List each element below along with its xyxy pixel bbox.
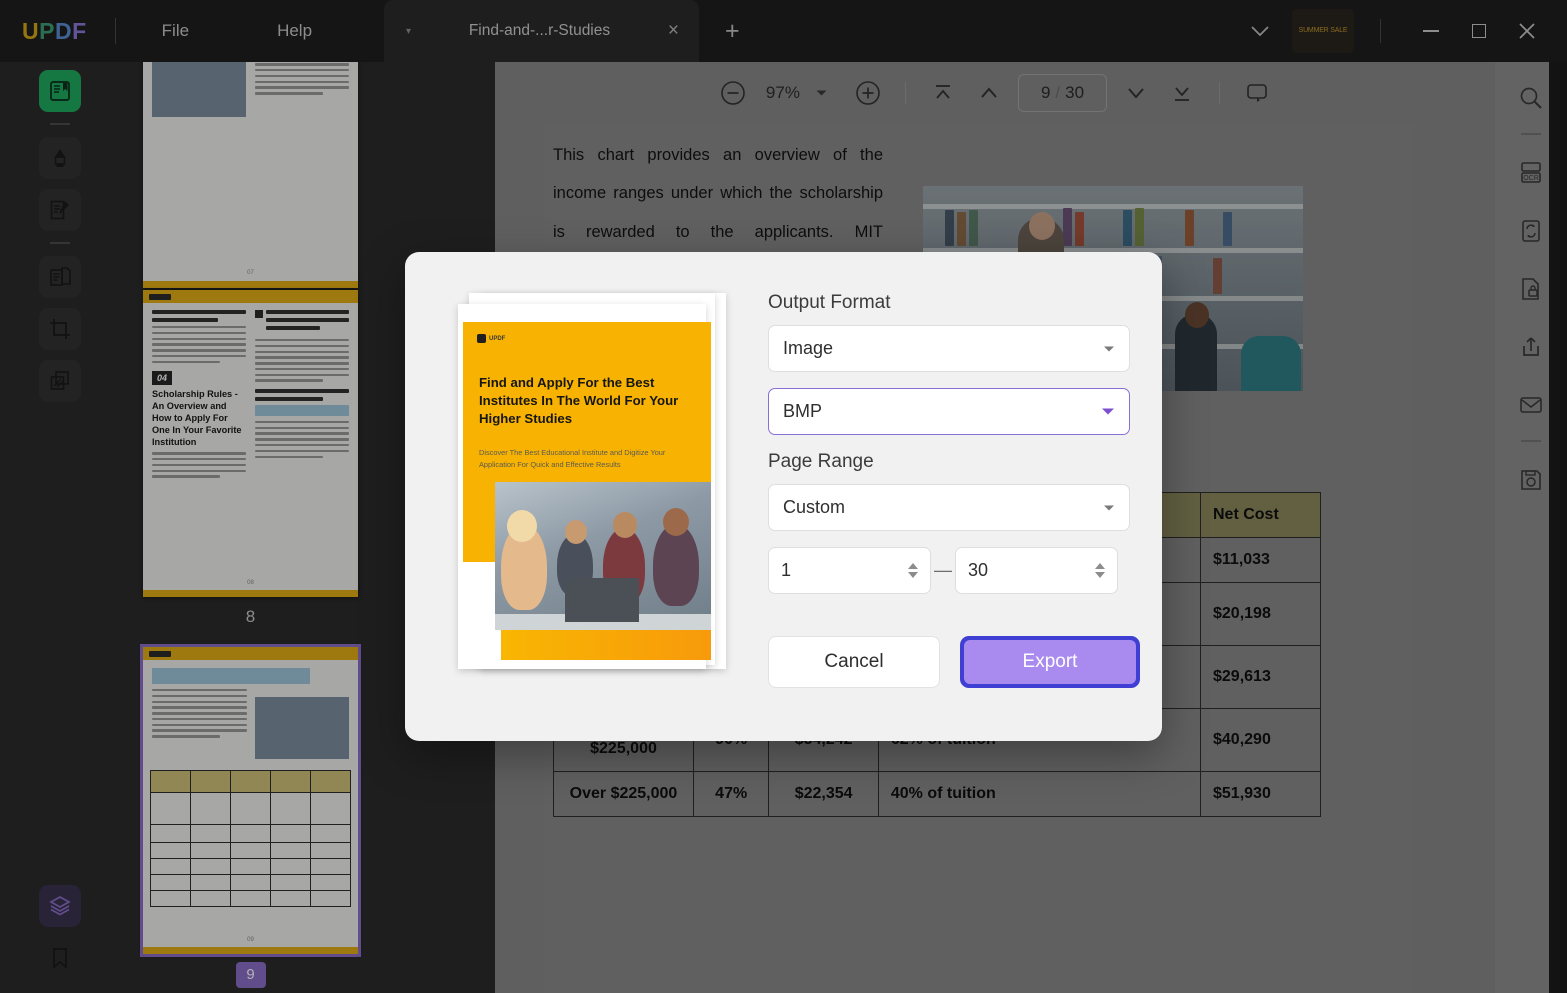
stepper-arrows[interactable] (1095, 563, 1105, 578)
cancel-button[interactable]: Cancel (768, 636, 940, 688)
export-dialog: UPDF Find and Apply For the Best Institu… (405, 252, 1162, 741)
format-extension-value: BMP (783, 401, 822, 422)
cover-title: Find and Apply For the Best Institutes I… (479, 374, 691, 429)
range-from-value: 1 (781, 560, 791, 581)
page-range-inputs: 1 — 30 (768, 547, 1130, 594)
document-preview: UPDF Find and Apply For the Best Institu… (458, 293, 726, 669)
export-button-focus-ring[interactable]: Export (960, 636, 1140, 688)
stepper-down-icon[interactable] (908, 572, 918, 578)
format-type-select[interactable]: Image (768, 325, 1130, 372)
cover-photo (495, 482, 711, 630)
preview-sheet-front: UPDF Find and Apply For the Best Institu… (458, 304, 706, 669)
dialog-actions: Cancel Export (768, 636, 1140, 688)
range-from-stepper[interactable]: 1 (768, 547, 931, 594)
updf-window: UPDF File Help ▾ Find-and-...r-Studies ×… (0, 0, 1567, 993)
preview-cover: UPDF Find and Apply For the Best Institu… (463, 322, 711, 642)
stepper-down-icon[interactable] (1095, 572, 1105, 578)
chevron-down-icon[interactable] (1103, 345, 1115, 353)
range-to-stepper[interactable]: 30 (955, 547, 1118, 594)
cover-logo: UPDF (477, 334, 505, 343)
range-to-value: 30 (968, 560, 988, 581)
stepper-arrows[interactable] (908, 563, 918, 578)
export-button[interactable]: Export (964, 640, 1136, 684)
format-extension-select[interactable]: BMP (768, 388, 1130, 435)
format-type-value: Image (783, 338, 833, 359)
stepper-up-icon[interactable] (908, 563, 918, 569)
stepper-up-icon[interactable] (1095, 563, 1105, 569)
cover-subtitle: Discover The Best Educational Institute … (479, 447, 679, 471)
page-range-mode-value: Custom (783, 497, 845, 518)
page-range-label: Page Range (768, 451, 1130, 473)
chevron-down-icon[interactable] (1101, 407, 1115, 416)
chevron-down-icon[interactable] (1103, 504, 1115, 512)
page-range-mode-select[interactable]: Custom (768, 484, 1130, 531)
cover-logo-mark (477, 334, 486, 343)
cover-logo-text: UPDF (489, 336, 505, 342)
export-form: Output Format Image BMP Page Range Custo… (768, 292, 1130, 594)
range-dash: — (931, 560, 955, 581)
output-format-label: Output Format (768, 292, 1130, 314)
